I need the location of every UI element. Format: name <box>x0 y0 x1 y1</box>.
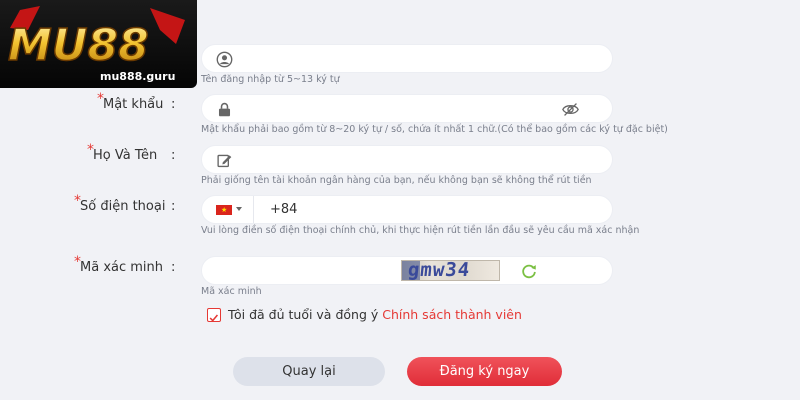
fullname-hint: Phải giống tên tài khoản ngân hàng của b… <box>201 175 592 186</box>
username-input[interactable] <box>201 44 613 73</box>
refresh-icon[interactable] <box>520 262 538 280</box>
phone-input[interactable]: ★ +84 <box>201 195 613 224</box>
captcha-hint: Mã xác minh <box>201 286 262 297</box>
required-mark: * <box>74 254 81 270</box>
back-button[interactable]: Quay lại <box>233 357 385 386</box>
vietnam-flag-icon: ★ <box>216 205 232 215</box>
logo-text: MU88 <box>8 20 149 71</box>
username-hint: Tên đăng nhập từ 5~13 ký tự <box>201 74 340 85</box>
fullname-input[interactable] <box>201 145 613 174</box>
captcha-image[interactable]: gmw34 <box>401 260 500 281</box>
lock-icon <box>218 102 231 117</box>
fullname-label: * Họ Và Tên <box>87 142 158 163</box>
phone-hint: Vui lòng điền số điện thoại chính chủ, k… <box>201 225 640 236</box>
register-button[interactable]: Đăng ký ngay <box>407 357 562 386</box>
agreement-text: Tôi đã đủ tuổi và đồng ý Chính sách thàn… <box>228 307 522 322</box>
label-colon: : <box>171 148 176 163</box>
required-mark: * <box>74 193 81 209</box>
logo-site: mu888.guru <box>100 70 175 83</box>
country-code: +84 <box>270 202 298 217</box>
chevron-down-icon <box>236 207 242 211</box>
country-select[interactable]: ★ <box>202 196 254 223</box>
eye-off-icon[interactable] <box>561 101 580 118</box>
password-input[interactable] <box>201 94 613 123</box>
captcha-label: * Mã xác minh <box>74 254 164 275</box>
policy-link[interactable]: Chính sách thành viên <box>382 307 522 322</box>
password-label: * Mật khẩu <box>97 91 164 112</box>
agree-checkbox[interactable] <box>207 308 221 322</box>
checkmark-icon <box>209 314 219 322</box>
label-colon: : <box>171 199 176 214</box>
required-mark: * <box>97 91 104 107</box>
captcha-input[interactable]: gmw34 <box>201 256 613 285</box>
user-icon <box>216 51 233 68</box>
label-colon: : <box>171 260 176 275</box>
brand-logo: MU88 mu888.guru <box>0 0 197 88</box>
phone-label: * Số điện thoại <box>74 193 166 214</box>
password-hint: Mật khẩu phải bao gồm từ 8~20 ký tự / số… <box>201 124 668 135</box>
edit-icon <box>217 154 232 168</box>
required-mark: * <box>87 142 94 158</box>
label-colon: : <box>171 97 176 112</box>
